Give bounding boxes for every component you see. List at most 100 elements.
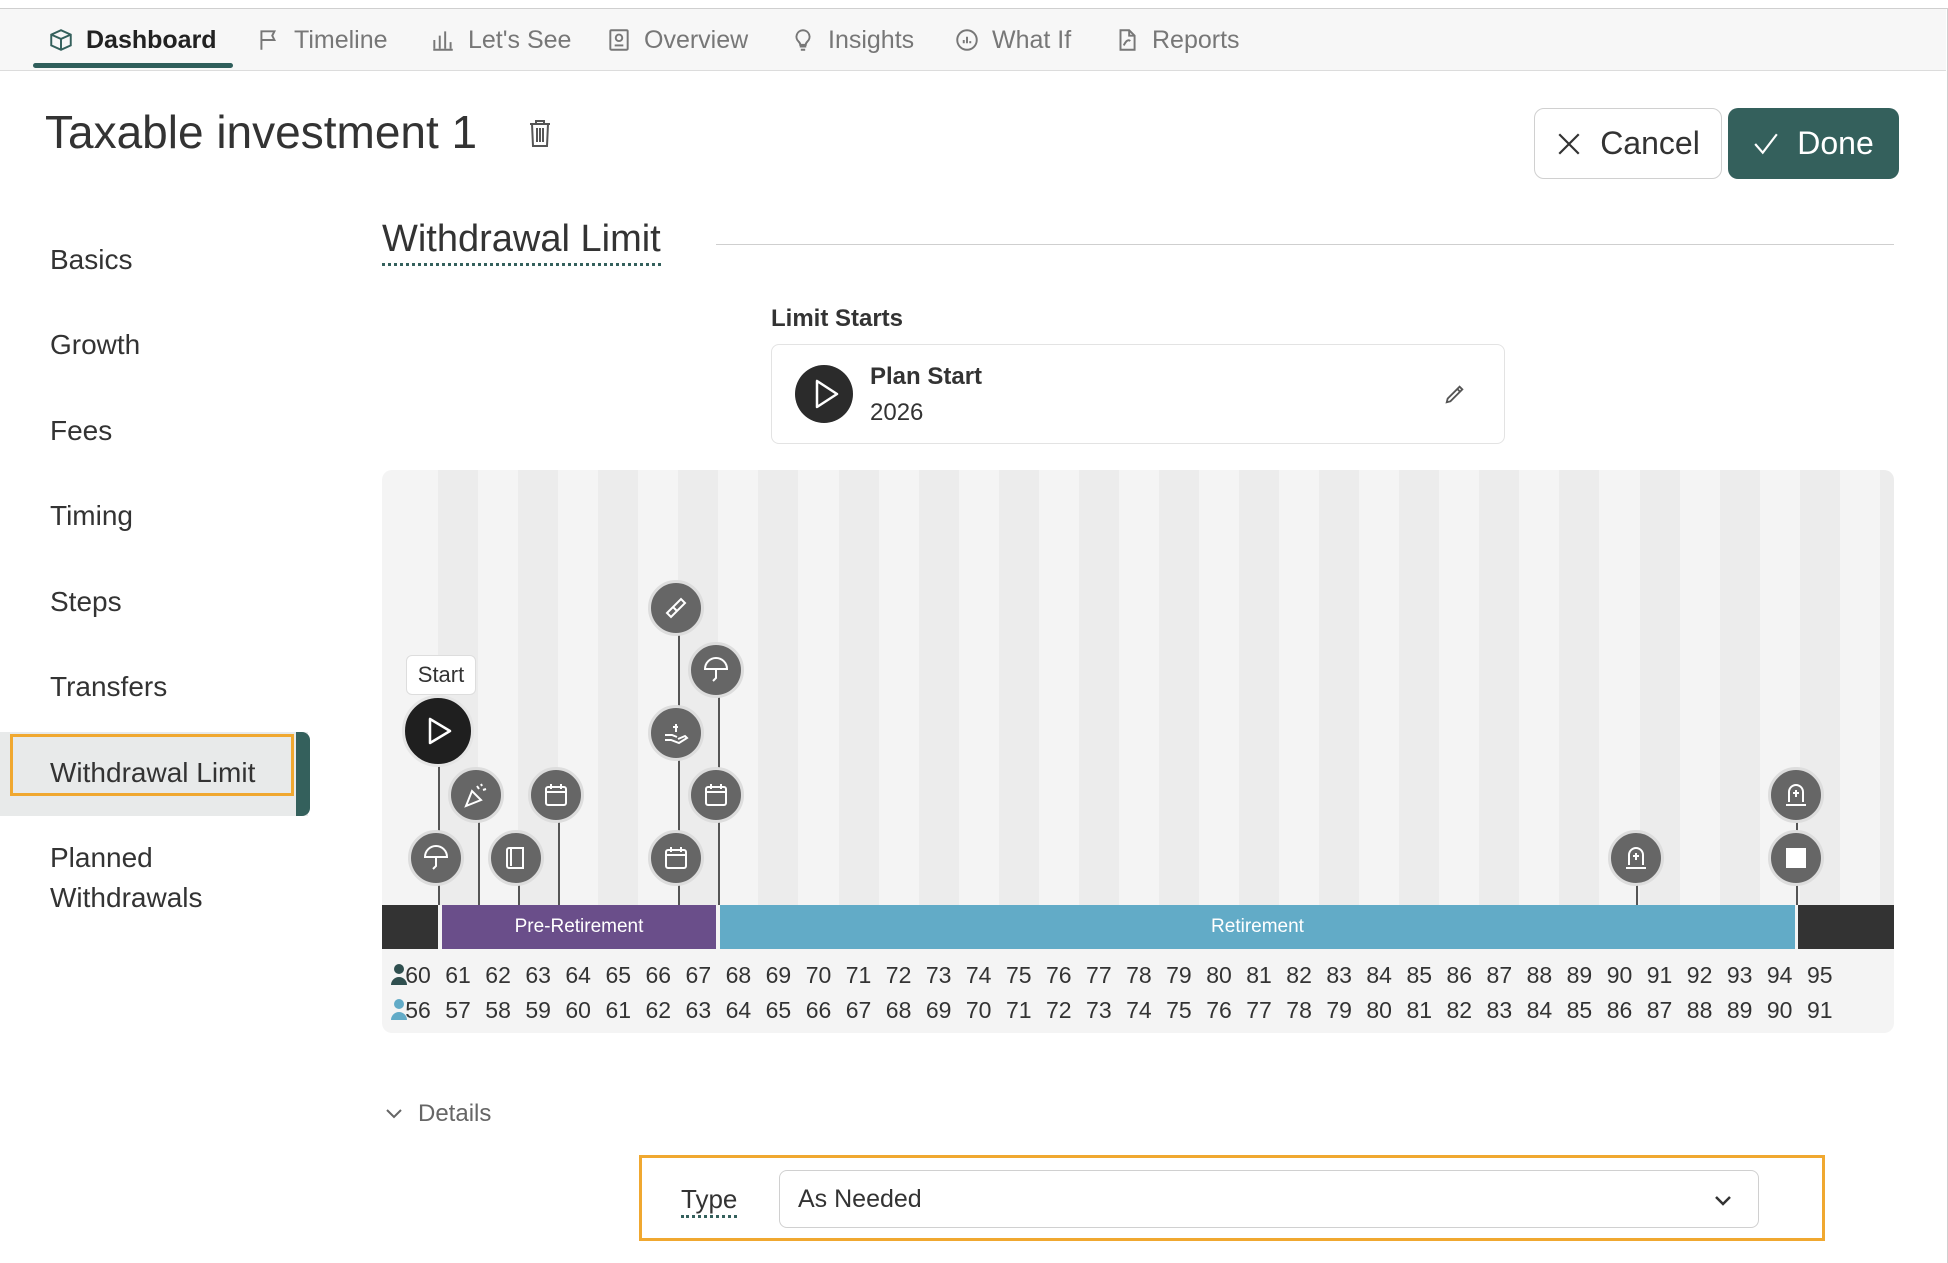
tab-label: Timeline <box>294 25 388 54</box>
timeline-marker-income[interactable] <box>648 705 704 761</box>
tab-lets-see[interactable]: Let's See <box>430 9 571 71</box>
active-tab-indicator <box>33 63 233 68</box>
age-label: 90 <box>1606 962 1633 988</box>
sidebar-item-planned-withdrawals[interactable]: Planned Withdrawals <box>50 842 202 914</box>
age-label: 72 <box>1046 997 1072 1023</box>
age-label: 77 <box>1246 997 1272 1023</box>
limit-start-year: 2026 <box>870 399 924 426</box>
age-label: 68 <box>885 997 912 1023</box>
phase-pre-retirement[interactable]: Pre-Retirement <box>442 905 716 949</box>
tab-what-if[interactable]: What If <box>954 9 1071 71</box>
age-label: 89 <box>1726 997 1753 1023</box>
timeline-marker-event[interactable] <box>688 767 744 823</box>
age-label: 68 <box>725 962 752 988</box>
sidebar-item-timing[interactable]: Timing <box>50 500 133 532</box>
party-popper-icon <box>464 783 487 808</box>
timeline-marker-celebration[interactable] <box>448 767 504 823</box>
sidebar-item-fees[interactable]: Fees <box>50 415 112 447</box>
age-label: 95 <box>1806 962 1833 988</box>
tab-label: What If <box>992 25 1072 54</box>
umbrella-icon <box>423 845 449 870</box>
timeline-marker-end-of-life[interactable] <box>1608 830 1664 886</box>
age-label: 57 <box>445 997 471 1023</box>
calendar-icon <box>665 847 687 869</box>
age-label: 56 <box>405 997 431 1023</box>
tab-label: Dashboard <box>86 25 217 54</box>
timeline-marker-event[interactable] <box>648 830 704 886</box>
sidebar-item-growth[interactable]: Growth <box>50 329 140 361</box>
age-label: 80 <box>1366 997 1392 1023</box>
age-label: 84 <box>1526 997 1553 1023</box>
tab-overview[interactable]: Overview <box>606 9 748 71</box>
phase-bar-end <box>1798 905 1894 949</box>
age-label: 65 <box>765 997 792 1023</box>
age-label: 69 <box>925 997 952 1023</box>
timeline-marker-health[interactable] <box>648 580 704 636</box>
age-label: 85 <box>1406 962 1433 988</box>
limit-start-name: Plan Start <box>870 363 983 390</box>
timeline-marker-vacation[interactable] <box>408 830 464 886</box>
timeline-stripe <box>598 470 639 905</box>
timeline-marker-vacation[interactable] <box>688 642 744 698</box>
section-divider <box>716 244 1894 245</box>
sidebar-item-transfers[interactable]: Transfers <box>50 671 167 703</box>
calendar-icon <box>705 784 727 806</box>
limit-starts-label: Limit Starts <box>771 305 904 332</box>
tab-dashboard[interactable]: Dashboard <box>48 9 217 71</box>
tab-reports[interactable]: Reports <box>1114 9 1240 71</box>
calendar-icon <box>545 784 567 806</box>
age-label: 94 <box>1766 962 1793 988</box>
timeline-marker-end-of-life[interactable] <box>1768 767 1824 823</box>
trash-icon[interactable] <box>528 118 552 148</box>
age-label: 83 <box>1326 962 1352 988</box>
age-label: 75 <box>1005 962 1032 988</box>
done-label: Done <box>1797 125 1874 161</box>
tombstone-icon <box>1786 784 1806 806</box>
tab-label: Let's See <box>468 25 572 54</box>
age-label: 69 <box>765 962 792 988</box>
timeline-marker-plan-end[interactable] <box>1768 830 1824 886</box>
play-icon <box>795 365 853 423</box>
age-label: 91 <box>1646 962 1673 988</box>
highlight-box <box>10 734 294 796</box>
timeline-stripe <box>1078 470 1119 905</box>
page-title: Taxable investment 1 <box>45 106 478 158</box>
timeline-marker-event[interactable] <box>528 767 584 823</box>
type-label: Type <box>681 1184 738 1218</box>
chevron-down-icon <box>1715 1196 1731 1206</box>
sidebar-item-basics[interactable]: Basics <box>50 244 132 276</box>
type-select[interactable]: As Needed <box>779 1170 1759 1228</box>
pencil-icon[interactable] <box>1444 383 1466 405</box>
age-label: 83 <box>1486 997 1513 1023</box>
timeline-stripe <box>918 470 959 905</box>
tombstone-icon <box>1626 847 1646 869</box>
timeline-stripe <box>1239 470 1280 905</box>
age-label: 64 <box>725 997 752 1023</box>
cancel-label: Cancel <box>1600 125 1700 161</box>
limit-start-card[interactable]: Plan Start 2026 <box>771 344 1505 444</box>
tab-label: Reports <box>1152 25 1240 54</box>
timeline-stripe <box>838 470 879 905</box>
details-toggle[interactable]: Details <box>384 1100 491 1128</box>
age-label: 64 <box>565 962 591 988</box>
tab-timeline[interactable]: Timeline <box>256 9 388 71</box>
timeline-stripe <box>1158 470 1199 905</box>
age-label: 73 <box>925 962 952 988</box>
age-label: 65 <box>605 962 632 988</box>
sidebar-item-steps[interactable]: Steps <box>50 586 122 618</box>
done-button[interactable]: Done <box>1728 108 1899 179</box>
age-label: 66 <box>805 997 832 1023</box>
cancel-button[interactable]: Cancel <box>1534 108 1722 179</box>
phase-retirement[interactable]: Retirement <box>720 905 1795 949</box>
age-label: 63 <box>525 962 551 988</box>
details-label: Details <box>418 1100 492 1127</box>
age-label: 75 <box>1166 997 1192 1023</box>
timeline-marker-education[interactable] <box>488 830 544 886</box>
age-label: 67 <box>845 997 872 1023</box>
timeline-stripe <box>1479 470 1520 905</box>
age-label: 61 <box>605 997 632 1023</box>
age-row-person-1: 60 61 62 63 64 65 66 67 68 69 70 71 72 73 74 75 76 77 78 79… <box>382 962 1894 994</box>
book-icon <box>506 847 524 869</box>
tab-insights[interactable]: Insights <box>790 9 914 71</box>
start-marker[interactable] <box>402 695 474 767</box>
